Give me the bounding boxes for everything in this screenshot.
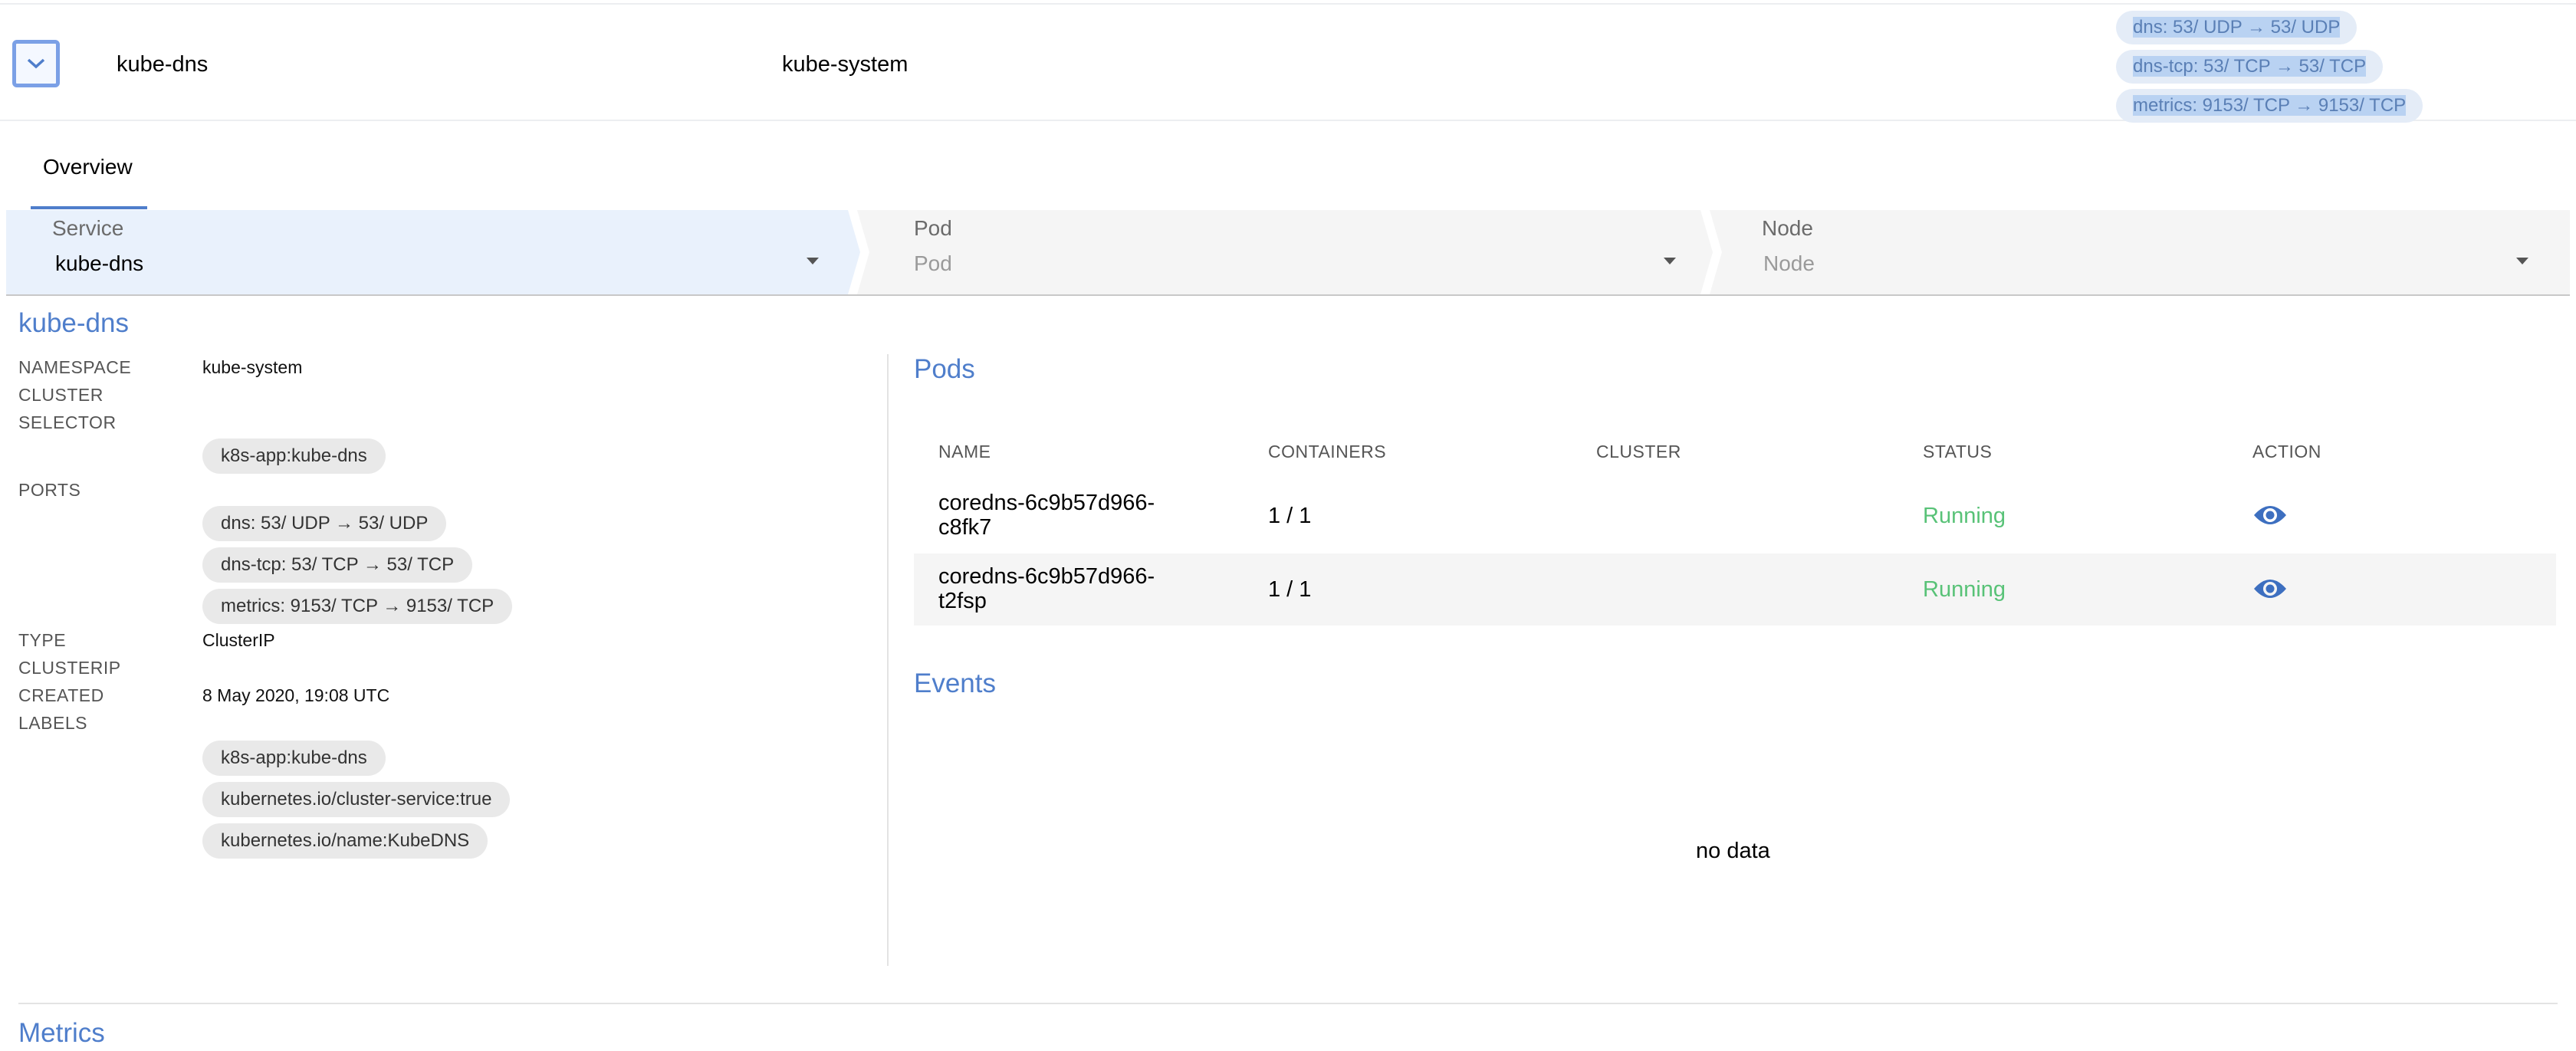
table-row[interactable]: coredns-6c9b57d966-c8fk7 1 / 1 Running bbox=[914, 480, 2556, 552]
pod-selector-label: Pod bbox=[914, 216, 952, 240]
events-title: Events bbox=[914, 668, 996, 698]
service-selector-value: kube-dns bbox=[55, 251, 144, 275]
caret-down-icon bbox=[1664, 258, 1676, 264]
panel-divider bbox=[887, 354, 889, 966]
column-header-action: ACTION bbox=[2252, 442, 2321, 461]
tab-overview[interactable]: Overview bbox=[31, 136, 147, 209]
clusterip-label: CLUSTERIP bbox=[18, 658, 121, 678]
eye-icon[interactable] bbox=[2252, 575, 2288, 603]
type-label: TYPE bbox=[18, 630, 67, 650]
cluster-label: CLUSTER bbox=[18, 385, 104, 405]
selector-chip: k8s-app:kube-dns bbox=[202, 438, 386, 474]
service-ports: dns: 53/ UDP → 53/ UDP dns-tcp: 53/ TCP … bbox=[2116, 11, 2545, 128]
pod-selector[interactable]: Pod Pod bbox=[863, 210, 1700, 294]
node-selector-label: Node bbox=[1762, 216, 1813, 240]
ports-label: PORTS bbox=[18, 480, 81, 500]
table-row[interactable]: coredns-6c9b57d966-t2fsp 1 / 1 Running bbox=[914, 553, 2556, 626]
caret-down-icon bbox=[807, 258, 819, 264]
service-selector[interactable]: Service kube-dns bbox=[6, 210, 848, 294]
node-selector[interactable]: Node Node bbox=[1716, 210, 2570, 294]
pod-name[interactable]: coredns-6c9b57d966-c8fk7 bbox=[938, 491, 1199, 540]
label-chip: k8s-app:kube-dns bbox=[202, 741, 386, 776]
chevron-down-icon bbox=[27, 58, 45, 69]
port-chip: dns: 53/ UDP → 53/ UDP bbox=[2116, 11, 2545, 50]
node-selector-placeholder: Node bbox=[1763, 251, 1815, 275]
namespace-value: kube-system bbox=[202, 357, 303, 377]
type-value: ClusterIP bbox=[202, 630, 275, 650]
resource-selector-bar: Service kube-dns Pod Pod Node Node bbox=[6, 210, 2570, 296]
label-chip: kubernetes.io/cluster-service:true bbox=[202, 782, 511, 817]
eye-icon[interactable] bbox=[2252, 501, 2288, 529]
metrics-title: Metrics bbox=[18, 1018, 105, 1048]
resource-title: kube-dns bbox=[18, 308, 129, 338]
service-name[interactable]: kube-dns bbox=[117, 52, 208, 77]
created-label: CREATED bbox=[18, 685, 104, 705]
labels-label: LABELS bbox=[18, 713, 87, 733]
label-chip: kubernetes.io/name:KubeDNS bbox=[202, 823, 488, 859]
port-chip: dns: 53/ UDP → 53/ UDP bbox=[202, 506, 447, 541]
namespace-label: NAMESPACE bbox=[18, 357, 132, 377]
expand-row-button[interactable] bbox=[12, 40, 60, 87]
caret-down-icon bbox=[2516, 258, 2528, 264]
column-header-cluster: CLUSTER bbox=[1596, 442, 1681, 461]
pod-selector-placeholder: Pod bbox=[914, 251, 952, 275]
service-selector-label: Service bbox=[52, 216, 124, 240]
service-namespace: kube-system bbox=[782, 52, 909, 77]
pods-title: Pods bbox=[914, 354, 975, 384]
port-chip: dns-tcp: 53/ TCP → 53/ TCP bbox=[202, 547, 473, 583]
section-divider bbox=[18, 1003, 2558, 1004]
pod-containers: 1 / 1 bbox=[1268, 577, 1312, 602]
created-value: 8 May 2020, 19:08 UTC bbox=[202, 685, 390, 705]
column-header-status: STATUS bbox=[1923, 442, 1993, 461]
events-empty-text: no data bbox=[1696, 839, 1770, 863]
port-chip: metrics: 9153/ TCP → 9153/ TCP bbox=[202, 589, 513, 624]
pod-status: Running bbox=[1923, 577, 2006, 602]
column-header-containers: CONTAINERS bbox=[1268, 442, 1387, 461]
port-chip: metrics: 9153/ TCP → 9153/ TCP bbox=[2116, 89, 2545, 128]
port-chip: dns-tcp: 53/ TCP → 53/ TCP bbox=[2116, 50, 2545, 89]
pod-name[interactable]: coredns-6c9b57d966-t2fsp bbox=[938, 564, 1199, 613]
pod-status: Running bbox=[1923, 504, 2006, 528]
column-header-name: NAME bbox=[938, 442, 991, 461]
selector-label: SELECTOR bbox=[18, 412, 117, 432]
service-row[interactable]: kube-dns kube-system dns: 53/ UDP → 53/ … bbox=[0, 3, 2576, 123]
pod-containers: 1 / 1 bbox=[1268, 504, 1312, 528]
